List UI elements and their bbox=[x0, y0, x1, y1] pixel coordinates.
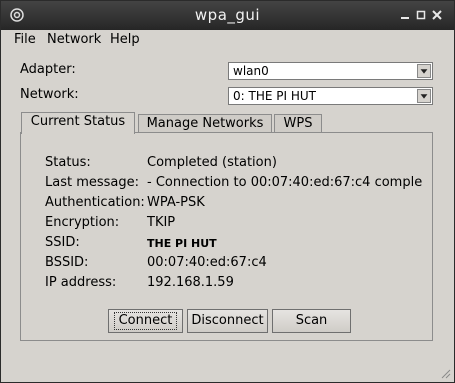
tab-wps[interactable]: WPS bbox=[274, 114, 322, 133]
status-value: Completed (station) bbox=[147, 155, 277, 170]
close-icon[interactable] bbox=[431, 9, 443, 21]
encryption-value: TKIP bbox=[147, 215, 176, 230]
tab-current-status[interactable]: Current Status bbox=[21, 112, 135, 134]
menu-file[interactable]: File bbox=[14, 32, 36, 47]
connect-button[interactable]: Connect bbox=[108, 309, 183, 333]
current-status-panel: Status: Completed (station) Last message… bbox=[20, 132, 433, 341]
menu-network[interactable]: Network bbox=[47, 32, 101, 47]
last-message-label: Last message: bbox=[45, 175, 140, 190]
scan-button[interactable]: Scan bbox=[272, 309, 351, 333]
ssid-label: SSID: bbox=[45, 235, 80, 250]
ip-address-value: 192.168.1.59 bbox=[147, 275, 234, 290]
network-select-value: 0: THE PI HUT bbox=[233, 89, 316, 103]
ip-address-label: IP address: bbox=[45, 275, 117, 290]
connect-button-label: Connect bbox=[113, 312, 178, 330]
network-select[interactable]: 0: THE PI HUT bbox=[228, 87, 433, 105]
menu-bar: File Network Help bbox=[1, 30, 454, 50]
minimize-icon[interactable] bbox=[399, 9, 411, 21]
adapter-select-value: wlan0 bbox=[233, 64, 269, 78]
window-title: wpa_gui bbox=[194, 6, 261, 24]
wpa-gui-window: wpa_gui File Network Help Adapter: wlan0… bbox=[0, 0, 455, 383]
status-label: Status: bbox=[45, 155, 91, 170]
adapter-label: Adapter: bbox=[20, 62, 76, 77]
authentication-value: WPA-PSK bbox=[147, 195, 205, 210]
encryption-label: Encryption: bbox=[45, 215, 120, 230]
tab-manage-networks[interactable]: Manage Networks bbox=[138, 114, 272, 133]
disconnect-button[interactable]: Disconnect bbox=[187, 309, 268, 333]
network-label: Network: bbox=[20, 87, 79, 102]
last-message-value: - Connection to 00:07:40:ed:67:c4 comple bbox=[147, 175, 423, 190]
menu-help[interactable]: Help bbox=[110, 32, 140, 47]
resize-grip-icon[interactable] bbox=[441, 369, 451, 379]
chevron-down-icon[interactable] bbox=[417, 64, 431, 78]
chevron-down-icon[interactable] bbox=[417, 89, 431, 103]
bssid-value: 00:07:40:ed:67:c4 bbox=[147, 255, 267, 270]
adapter-select[interactable]: wlan0 bbox=[228, 62, 433, 80]
authentication-label: Authentication: bbox=[45, 195, 145, 210]
bssid-label: BSSID: bbox=[45, 255, 89, 270]
ssid-value: THE PI HUT bbox=[147, 237, 217, 250]
maximize-icon[interactable] bbox=[415, 9, 427, 21]
title-bar[interactable]: wpa_gui bbox=[1, 1, 454, 31]
